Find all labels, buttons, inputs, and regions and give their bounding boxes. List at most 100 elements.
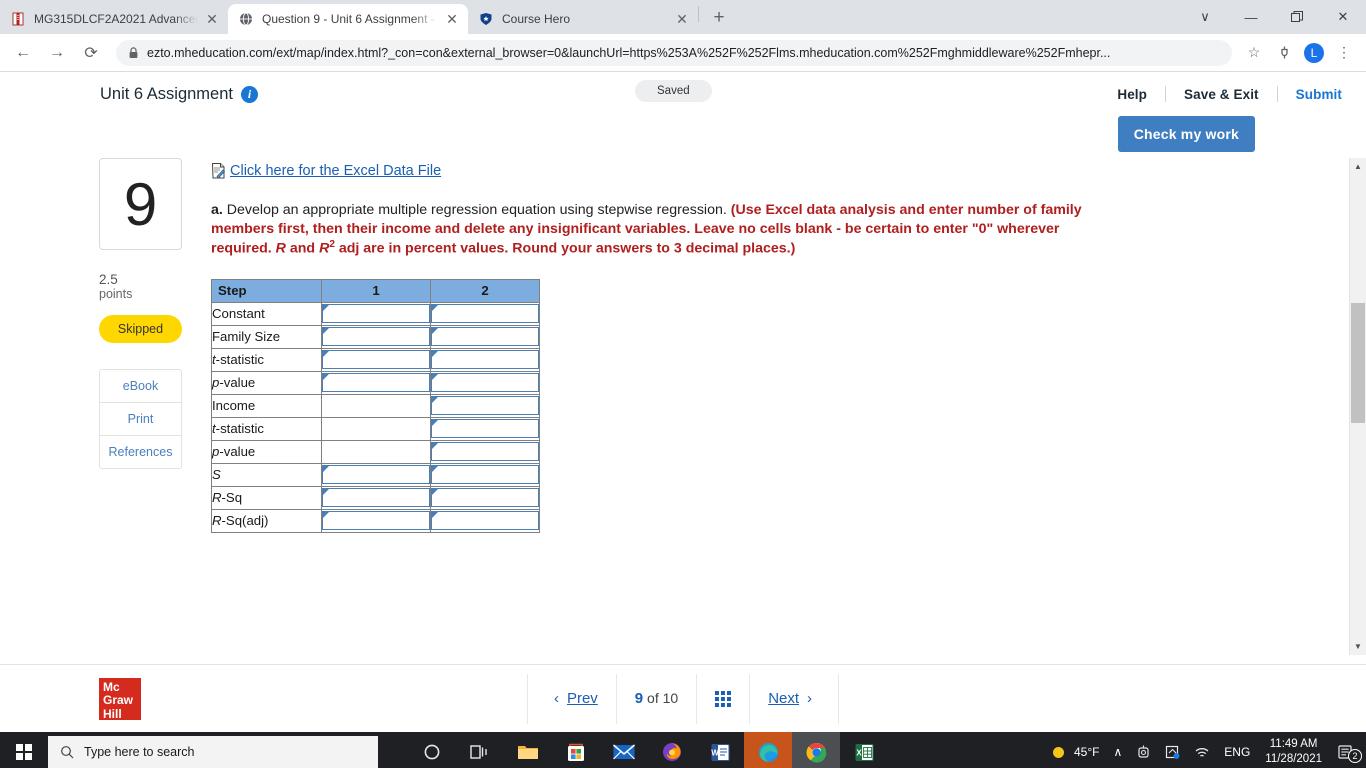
- input-t-statistic-1-step2[interactable]: [431, 350, 539, 370]
- wifi-icon[interactable]: [1187, 746, 1217, 759]
- cell-family-size-step1[interactable]: [321, 324, 431, 349]
- webcam-icon[interactable]: [1129, 745, 1158, 760]
- cell-r-sq-step2[interactable]: [430, 485, 540, 510]
- cell-r-sq-adj-step1[interactable]: [321, 508, 431, 533]
- close-icon[interactable]: ✕: [444, 11, 460, 27]
- cell-r-sq-step1[interactable]: [321, 485, 431, 510]
- excel-data-file-link[interactable]: Click here for the Excel Data File: [211, 163, 441, 179]
- cell-family-size-step2[interactable]: [430, 324, 540, 349]
- close-icon[interactable]: ✕: [204, 11, 220, 27]
- input-income-step2[interactable]: [431, 396, 539, 416]
- question-grid-button[interactable]: [696, 673, 749, 724]
- avatar: L: [1304, 42, 1324, 63]
- input-r-sq-step2[interactable]: [431, 488, 539, 508]
- input-s-step2[interactable]: [431, 465, 539, 485]
- word-icon[interactable]: W: [696, 732, 744, 768]
- tab-search-icon[interactable]: ∨: [1182, 0, 1228, 34]
- input-r-sq-adj-step2[interactable]: [431, 511, 539, 531]
- profile-avatar[interactable]: L: [1300, 39, 1328, 67]
- scroll-up-arrow-icon[interactable]: ▲: [1350, 158, 1366, 175]
- close-window-button[interactable]: ✕: [1320, 0, 1366, 34]
- info-icon[interactable]: i: [240, 85, 258, 103]
- content-scrollbar[interactable]: ▲ ▼: [1349, 158, 1366, 655]
- new-tab-button[interactable]: +: [705, 4, 733, 32]
- edge-icon[interactable]: [744, 732, 792, 768]
- maximize-button[interactable]: [1274, 0, 1320, 34]
- browser-menu-icon[interactable]: ⋮: [1330, 39, 1358, 67]
- input-family-size-step2[interactable]: [431, 327, 539, 347]
- cell-p-value-1-step2[interactable]: [430, 370, 540, 395]
- input-p-value-1-step2[interactable]: [431, 373, 539, 393]
- notifications-button[interactable]: 2: [1330, 744, 1362, 763]
- browser-tab-0[interactable]: MG315DLCF2A2021 Advanced Bu ✕: [0, 4, 228, 34]
- bookmark-star-icon[interactable]: ☆: [1240, 39, 1268, 67]
- column-header-2: 2: [430, 278, 540, 303]
- cell-t-statistic-2-step2[interactable]: [430, 416, 540, 441]
- address-bar[interactable]: ezto.mheducation.com/ext/map/index.html?…: [116, 39, 1232, 66]
- input-r-sq-step1[interactable]: [322, 488, 430, 508]
- input-constant-step2[interactable]: [431, 304, 539, 324]
- address-bar-url: ezto.mheducation.com/ext/map/index.html?…: [147, 45, 1111, 60]
- row-label-text: -Sq: [221, 490, 243, 506]
- row-label-text: -Sq(adj): [221, 513, 269, 529]
- taskbar-search-input[interactable]: Type here to search: [48, 736, 378, 768]
- browser-tab-1[interactable]: Question 9 - Unit 6 Assignment - ✕: [228, 4, 468, 34]
- file-explorer-icon[interactable]: [504, 732, 552, 768]
- cell-s-step1[interactable]: [321, 462, 431, 487]
- ebook-button[interactable]: eBook: [100, 370, 181, 403]
- input-t-statistic-1-step1[interactable]: [322, 350, 430, 370]
- taskbar-clock[interactable]: 11:49 AM 11/28/2021: [1257, 737, 1330, 767]
- next-question-button[interactable]: Next ›: [749, 673, 840, 724]
- help-link[interactable]: Help: [1099, 87, 1165, 102]
- cortana-icon[interactable]: [408, 732, 456, 768]
- table-row: p-value: [211, 439, 540, 464]
- input-s-step1[interactable]: [322, 465, 430, 485]
- start-button[interactable]: [0, 732, 48, 768]
- close-icon[interactable]: ✕: [674, 11, 690, 27]
- cell-constant-step2[interactable]: [430, 301, 540, 326]
- reload-icon[interactable]: ⟳: [76, 38, 106, 68]
- firefox-icon[interactable]: [648, 732, 696, 768]
- input-p-value-1-step1[interactable]: [322, 373, 430, 393]
- cell-t-statistic-1-step1[interactable]: [321, 347, 431, 372]
- scrollbar-thumb[interactable]: [1351, 303, 1365, 423]
- cell-income-step2[interactable]: [430, 393, 540, 418]
- show-hidden-icons-chevron[interactable]: ∧: [1106, 745, 1129, 759]
- submit-link[interactable]: Submit: [1278, 87, 1342, 102]
- weather-widget[interactable]: 45°F: [1044, 745, 1106, 760]
- input-p-value-2-step2[interactable]: [431, 442, 539, 462]
- language-indicator[interactable]: ENG: [1217, 745, 1257, 759]
- forward-icon[interactable]: →: [42, 38, 72, 68]
- browser-tab-2[interactable]: Course Hero ✕: [468, 4, 698, 34]
- cell-r-sq-adj-step2[interactable]: [430, 508, 540, 533]
- onedrive-sync-icon[interactable]: [1158, 745, 1187, 760]
- cell-constant-step1[interactable]: [321, 301, 431, 326]
- cell-s-step2[interactable]: [430, 462, 540, 487]
- extensions-icon[interactable]: [1270, 39, 1298, 67]
- input-r-sq-adj-step1[interactable]: [322, 511, 430, 531]
- save-and-exit-link[interactable]: Save & Exit: [1166, 87, 1277, 102]
- excel-icon[interactable]: X: [840, 732, 888, 768]
- scroll-down-arrow-icon[interactable]: ▼: [1350, 638, 1366, 655]
- prev-question-button[interactable]: ‹ Prev: [526, 673, 616, 724]
- store-icon[interactable]: [552, 732, 600, 768]
- back-icon[interactable]: ←: [8, 38, 38, 68]
- check-my-work-button[interactable]: Check my work: [1117, 116, 1255, 152]
- column-header-1: 1: [321, 278, 431, 303]
- window-controls: ∨ — ✕: [1182, 0, 1366, 34]
- input-constant-step1[interactable]: [322, 304, 430, 324]
- svg-text:X: X: [856, 748, 862, 757]
- table-row: Family Size: [211, 324, 540, 349]
- mail-icon[interactable]: [600, 732, 648, 768]
- cell-t-statistic-1-step2[interactable]: [430, 347, 540, 372]
- cell-p-value-2-step2[interactable]: [430, 439, 540, 464]
- minimize-button[interactable]: —: [1228, 0, 1274, 34]
- input-t-statistic-2-step2[interactable]: [431, 419, 539, 439]
- chrome-icon[interactable]: [792, 732, 840, 768]
- page-title: Unit 6 Assignment i: [100, 85, 258, 104]
- references-button[interactable]: References: [100, 436, 181, 468]
- cell-p-value-1-step1[interactable]: [321, 370, 431, 395]
- print-button[interactable]: Print: [100, 403, 181, 436]
- input-family-size-step1[interactable]: [322, 327, 430, 347]
- task-view-icon[interactable]: [456, 732, 504, 768]
